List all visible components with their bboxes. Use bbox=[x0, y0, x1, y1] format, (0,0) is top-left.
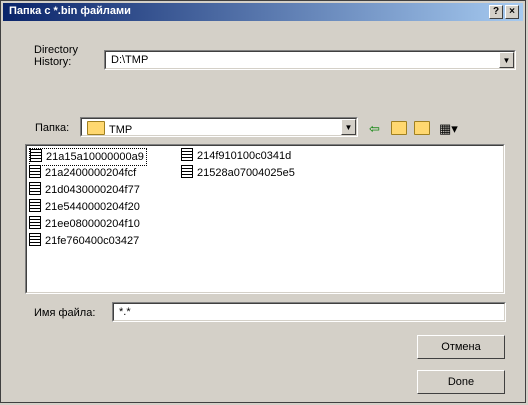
file-dialog: Папка с *.bin файлами ? × Directory Hist… bbox=[0, 0, 526, 403]
done-button[interactable]: Done bbox=[417, 370, 505, 394]
directory-history-label: Directory History: bbox=[34, 44, 79, 68]
up-folder-icon[interactable] bbox=[391, 121, 411, 136]
file-icon bbox=[29, 165, 41, 178]
chevron-down-icon[interactable]: ▼ bbox=[499, 52, 514, 68]
close-icon[interactable]: × bbox=[505, 5, 519, 19]
help-icon[interactable]: ? bbox=[489, 5, 503, 19]
new-folder-icon[interactable] bbox=[414, 121, 434, 136]
file-item[interactable]: 21a15a10000000a9 bbox=[29, 148, 147, 166]
file-icon bbox=[30, 149, 42, 162]
file-icon bbox=[181, 165, 193, 178]
file-item[interactable]: 21e5440000204f20 bbox=[29, 199, 140, 215]
file-list-items: 21a15a10000000a9 21a2400000204fcf 21d043… bbox=[29, 148, 503, 290]
file-item[interactable]: 21528a07004025e5 bbox=[181, 165, 295, 181]
folder-combo[interactable]: TMP ▼ bbox=[80, 117, 358, 137]
file-item[interactable]: 21ee080000204f10 bbox=[29, 216, 140, 232]
file-item[interactable]: 214f910100c0341d bbox=[181, 148, 291, 164]
file-item[interactable]: 21fe760400c03427 bbox=[29, 233, 139, 249]
filename-label: Имя файла: bbox=[34, 307, 96, 319]
title-bar: Папка с *.bin файлами ? × bbox=[3, 3, 523, 21]
cancel-button[interactable]: Отмена bbox=[417, 335, 505, 359]
view-menu-icon[interactable]: ▦▾ bbox=[439, 121, 458, 137]
file-icon bbox=[29, 216, 41, 229]
file-item[interactable]: 21d0430000204f77 bbox=[29, 182, 140, 198]
file-icon bbox=[29, 199, 41, 212]
file-item[interactable]: 21a2400000204fcf bbox=[29, 165, 136, 181]
folder-icon bbox=[87, 121, 105, 135]
filename-input[interactable]: *.* bbox=[112, 302, 506, 322]
directory-history-combo[interactable]: D:\TMP ▼ bbox=[104, 50, 516, 70]
directory-history-value: D:\TMP bbox=[111, 54, 149, 66]
filename-value: *.* bbox=[119, 306, 131, 318]
chevron-down-icon[interactable]: ▼ bbox=[341, 119, 356, 135]
back-arrow-icon[interactable]: ⇦ bbox=[369, 121, 380, 137]
window-title: Папка с *.bin файлами bbox=[9, 5, 131, 17]
file-icon bbox=[29, 233, 41, 246]
folder-value: TMP bbox=[109, 124, 133, 136]
folder-label: Папка: bbox=[35, 122, 70, 134]
file-icon bbox=[29, 182, 41, 195]
file-icon bbox=[181, 148, 193, 161]
